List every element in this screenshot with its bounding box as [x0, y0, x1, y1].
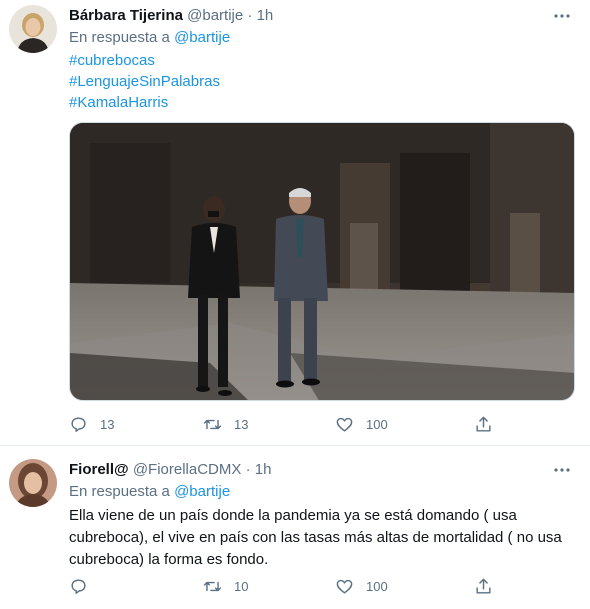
- more-icon[interactable]: [552, 6, 572, 26]
- reply-handle-link[interactable]: @bartije: [174, 29, 230, 46]
- retweet-count: 10: [234, 578, 249, 594]
- share-button[interactable]: [474, 414, 493, 434]
- like-icon: [336, 579, 353, 594]
- like-button[interactable]: 100: [335, 576, 388, 596]
- tweet-header: Fiorell@ @FiorellaCDMX · 1h: [69, 460, 271, 480]
- reply-context: En respuesta a @bartije: [69, 28, 230, 48]
- tweet-text: Ella viene de un país donde la pandemia …: [69, 507, 562, 568]
- share-icon: [476, 416, 491, 432]
- tweet-header: Bárbara Tijerina @bartije · 1h: [69, 6, 273, 26]
- like-count: 100: [366, 416, 388, 432]
- retweet-button[interactable]: 13: [203, 414, 248, 434]
- reply-button[interactable]: [69, 576, 100, 596]
- separator-dot: ·: [245, 461, 251, 478]
- reply-context: En respuesta a @bartije: [69, 482, 230, 502]
- more-icon[interactable]: [552, 460, 572, 480]
- reply-icon: [71, 578, 86, 594]
- reply-icon: [71, 416, 86, 432]
- timestamp[interactable]: 1h: [257, 7, 274, 24]
- share-button[interactable]: [474, 576, 493, 596]
- display-name[interactable]: Fiorell@: [69, 461, 129, 478]
- user-handle[interactable]: @bartije: [187, 7, 243, 24]
- like-count: 100: [366, 578, 388, 594]
- tweet[interactable]: Bárbara Tijerina @bartije · 1h En respue…: [0, 0, 590, 446]
- tweet-actions: 10 100: [69, 576, 509, 596]
- retweet-icon: [203, 419, 222, 429]
- reply-prefix: En respuesta a: [69, 29, 170, 46]
- hashtag-link[interactable]: #KamalaHarris: [69, 92, 220, 113]
- avatar[interactable]: [9, 459, 57, 507]
- hashtag-link[interactable]: #LenguajeSinPalabras: [69, 71, 220, 92]
- like-icon: [336, 417, 353, 432]
- user-handle[interactable]: @FiorellaCDMX: [133, 461, 242, 478]
- share-icon: [476, 578, 491, 594]
- retweet-icon: [203, 581, 222, 591]
- retweet-button[interactable]: 10: [203, 576, 248, 596]
- avatar[interactable]: [9, 5, 57, 53]
- reply-prefix: En respuesta a: [69, 483, 170, 500]
- tweet[interactable]: Fiorell@ @FiorellaCDMX · 1h En respuesta…: [0, 447, 590, 609]
- reply-handle-link[interactable]: @bartije: [174, 483, 230, 500]
- display-name[interactable]: Bárbara Tijerina: [69, 7, 183, 24]
- reply-button[interactable]: 13: [69, 414, 114, 434]
- timestamp[interactable]: 1h: [255, 461, 272, 478]
- hashtag-link[interactable]: #cubrebocas: [69, 50, 220, 71]
- hashtag-list: #cubrebocas #LenguajeSinPalabras #Kamala…: [69, 50, 220, 113]
- tweet-photo[interactable]: [69, 122, 575, 401]
- retweet-count: 13: [234, 416, 249, 432]
- like-button[interactable]: 100: [335, 414, 388, 434]
- tweet-actions: 13 13 100: [69, 414, 509, 434]
- separator-dot: ·: [247, 7, 253, 24]
- reply-count: 13: [100, 416, 115, 432]
